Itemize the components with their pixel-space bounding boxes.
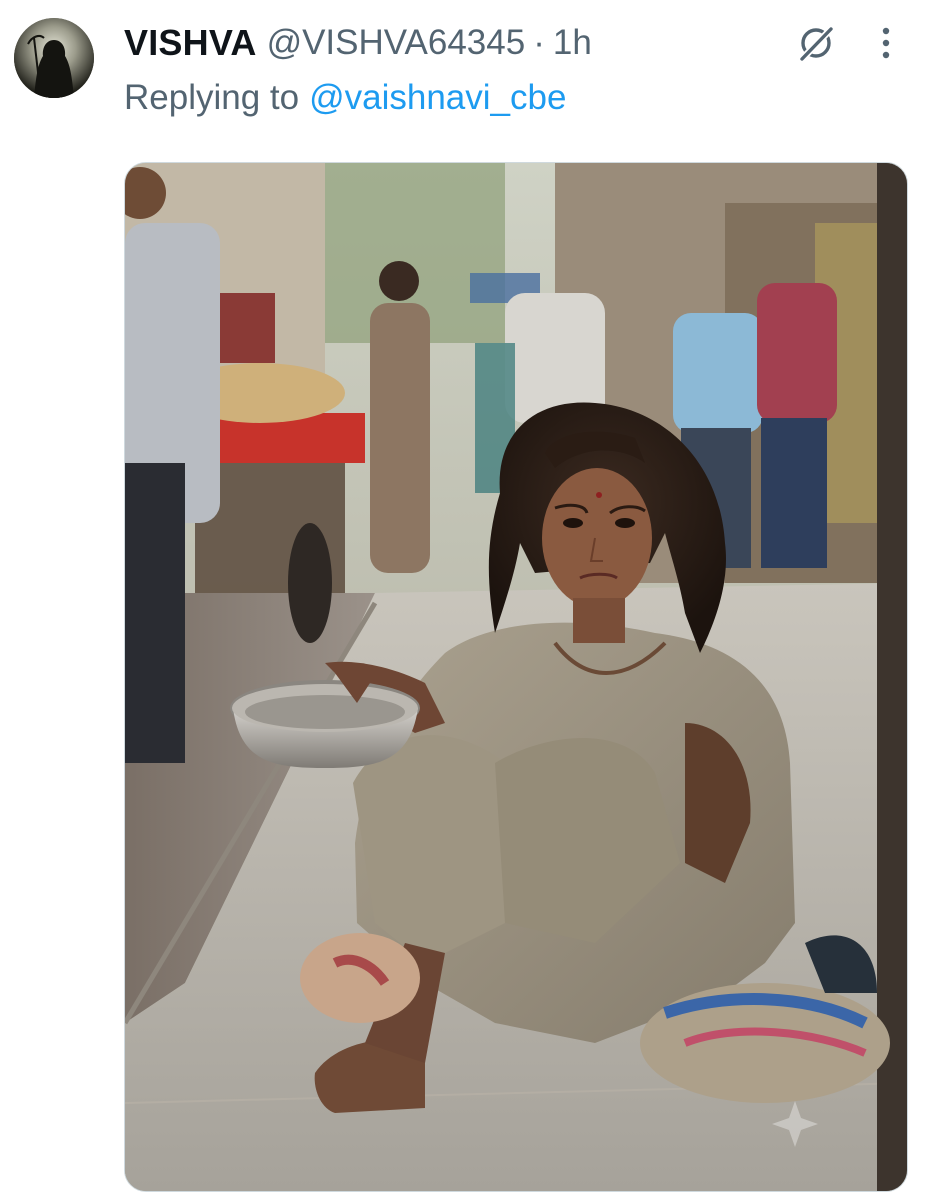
author-handle[interactable]: @VISHVA64345: [267, 23, 526, 63]
tweet-photo[interactable]: [124, 162, 908, 1192]
tweet-timestamp[interactable]: 1h: [553, 23, 592, 63]
more-vertical-icon: [882, 27, 890, 59]
author-display-name[interactable]: VISHVA: [124, 22, 257, 64]
replying-to: Replying to @vaishnavi_cbe: [124, 76, 566, 120]
avatar[interactable]: [14, 18, 94, 98]
hooded-figure-avatar-icon: [14, 18, 94, 98]
replying-to-label: Replying to: [124, 78, 300, 117]
tweet-header: VISHVA @VISHVA64345 · 1h: [124, 20, 592, 66]
grok-icon: [800, 27, 833, 61]
more-options-button[interactable]: [866, 20, 906, 66]
separator-dot: ·: [533, 23, 545, 62]
grok-button[interactable]: [793, 20, 839, 66]
replying-to-handle[interactable]: @vaishnavi_cbe: [309, 78, 566, 118]
street-scene-image: [125, 163, 907, 1191]
